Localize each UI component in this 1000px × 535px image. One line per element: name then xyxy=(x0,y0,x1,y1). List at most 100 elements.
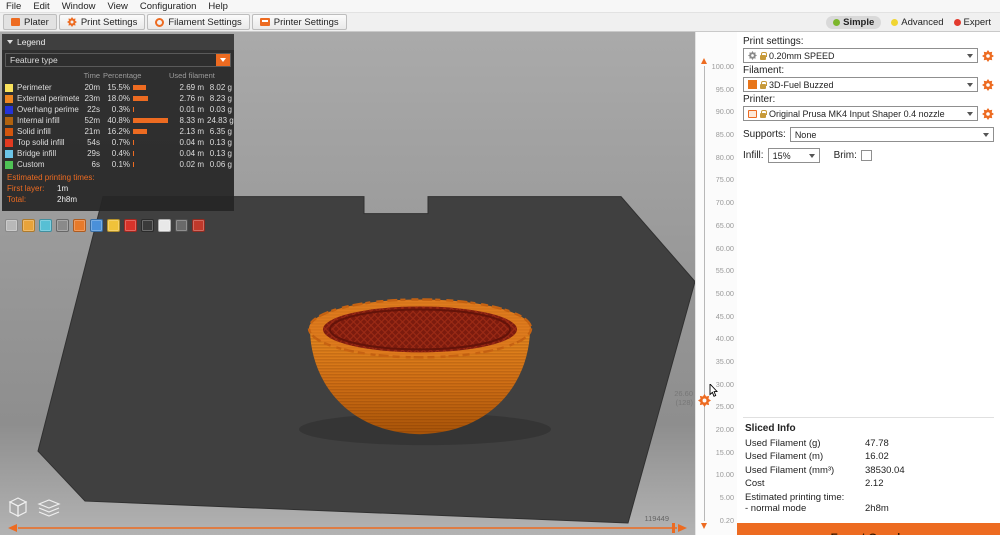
tab-plater[interactable]: Plater xyxy=(3,14,57,30)
travel-time-icon[interactable] xyxy=(192,219,205,232)
menu-help[interactable]: Help xyxy=(202,1,234,12)
feature-used-m: 8.33 m xyxy=(179,116,204,125)
current-layer: (128) xyxy=(675,398,693,408)
supports-label: Supports: xyxy=(743,129,786,140)
collapse-icon xyxy=(7,40,13,44)
feature-label: Bridge infill xyxy=(17,149,57,158)
mode-expert-label: Expert xyxy=(963,16,991,28)
menu-window[interactable]: Window xyxy=(56,1,102,12)
legend-row: Bridge infill 29s 0.4% 0.04 m 0.13 g xyxy=(2,148,234,159)
pause-prints-icon[interactable] xyxy=(107,219,120,232)
feature-color-chip xyxy=(5,138,13,147)
feature-label: Solid infill xyxy=(17,127,51,136)
tab-filament-settings[interactable]: Filament Settings xyxy=(147,14,250,30)
mode-expert[interactable]: Expert xyxy=(953,16,991,28)
seams-icon[interactable] xyxy=(73,219,86,232)
si-value: 16.02 xyxy=(865,451,889,462)
menu-configuration[interactable]: Configuration xyxy=(134,1,203,12)
3d-view-icon[interactable] xyxy=(6,493,30,519)
mode-advanced-label: Advanced xyxy=(901,16,944,28)
supports-select[interactable]: None xyxy=(789,127,994,142)
sliced-info-row: Used Filament (mm³) 38530.04 xyxy=(745,465,992,476)
filament-select[interactable]: 3D-Fuel Buzzed xyxy=(743,77,978,92)
feature-percentage-bar xyxy=(133,83,169,92)
tab-filament-settings-label: Filament Settings xyxy=(168,16,242,28)
move-slider-left-arrow[interactable] xyxy=(8,524,17,532)
feature-percentage-bar xyxy=(133,160,169,169)
simple-dot-icon xyxy=(833,18,841,26)
si-value: 2.12 xyxy=(865,478,884,489)
travels-icon[interactable] xyxy=(5,219,18,232)
si-value: 47.78 xyxy=(865,437,889,449)
infill-value: 15% xyxy=(772,150,791,161)
feature-used-g: 0.03 g xyxy=(209,105,232,114)
model-infill-pattern xyxy=(323,306,517,353)
feature-used-g: 8.23 g xyxy=(209,94,232,103)
export-gcode-button[interactable]: Export G-code xyxy=(737,523,1000,535)
layer-slider-down-arrow[interactable] xyxy=(701,523,707,529)
layers-view-icon[interactable] xyxy=(36,499,62,519)
tick-label: 30.00 xyxy=(715,379,734,389)
brim-checkbox[interactable] xyxy=(860,150,872,161)
printer-edit-button[interactable] xyxy=(982,107,994,120)
filament-label: Filament: xyxy=(743,65,785,76)
menu-view[interactable]: View xyxy=(101,1,133,12)
filament-value: 3D-Fuel Buzzed xyxy=(769,79,834,90)
tab-bar: Plater Print Settings Filament Settings … xyxy=(0,13,1000,32)
mode-simple[interactable]: Simple xyxy=(826,15,882,29)
tick-label: 15.00 xyxy=(715,447,734,457)
feature-percentage-bar xyxy=(133,127,169,136)
first-layer-value: 1m xyxy=(57,184,69,193)
move-slider-track[interactable] xyxy=(6,522,689,534)
legend-toggle-icon[interactable] xyxy=(175,219,188,232)
wipe-icon[interactable] xyxy=(22,219,35,232)
tab-printer-settings-label: Printer Settings xyxy=(273,16,339,28)
infill-select[interactable]: 15% xyxy=(767,148,820,163)
feature-used-g: 0.13 g xyxy=(209,149,232,158)
layer-slider[interactable]: 100.00 95.00 90.00 85.00 80.00 75.00 70.… xyxy=(674,32,737,535)
menu-edit[interactable]: Edit xyxy=(27,1,55,12)
tool-marker-icon[interactable] xyxy=(158,219,171,232)
feature-used-m: 0.04 m xyxy=(179,149,204,158)
chevron-down-icon xyxy=(967,82,973,87)
shells-icon[interactable] xyxy=(141,219,154,232)
move-slider-right-arrow[interactable] xyxy=(678,524,687,532)
feature-time: 22s xyxy=(87,105,100,114)
legend-row: Overhang perimeter 22s 0.3% 0.01 m 0.03 … xyxy=(2,104,234,115)
mode-advanced[interactable]: Advanced xyxy=(891,16,944,28)
feature-color-chip xyxy=(5,127,13,136)
view-type-select[interactable]: Feature type xyxy=(5,53,231,67)
print-settings-edit-button[interactable] xyxy=(982,49,994,62)
feature-time: 23m xyxy=(84,94,100,103)
legend-header[interactable]: Legend xyxy=(2,34,234,50)
layer-slider-track[interactable] xyxy=(704,66,705,521)
feature-percentage-bar xyxy=(133,138,169,147)
tab-print-settings[interactable]: Print Settings xyxy=(58,14,146,30)
deretractions-icon[interactable] xyxy=(56,219,69,232)
feature-label: Internal infill xyxy=(17,116,60,125)
filament-spool-icon xyxy=(155,17,165,27)
filament-edit-button[interactable] xyxy=(982,78,994,91)
custom-gcodes-icon[interactable] xyxy=(124,219,137,232)
view-type-dropdown-button[interactable] xyxy=(216,54,230,66)
menu-file[interactable]: File xyxy=(0,1,27,12)
move-slider[interactable] xyxy=(6,522,689,534)
move-slider-handle[interactable] xyxy=(672,523,675,533)
layer-slider-up-arrow[interactable] xyxy=(701,58,707,64)
sliced-info-row: - normal mode 2h8m xyxy=(745,503,992,514)
brim-label: Brim: xyxy=(833,150,857,161)
printer-select[interactable]: Original Prusa MK4 Input Shaper 0.4 nozz… xyxy=(743,106,978,121)
print-settings-select[interactable]: 0.20mm SPEED xyxy=(743,48,978,63)
legend-row: Internal infill 52m 40.8% 8.33 m 24.83 g xyxy=(2,115,234,126)
mouse-cursor xyxy=(709,384,718,397)
tab-printer-settings[interactable]: Printer Settings xyxy=(251,14,347,30)
sliced-model[interactable] xyxy=(299,298,551,446)
feature-percentage: 0.1% xyxy=(111,160,130,169)
color-changes-icon[interactable] xyxy=(90,219,103,232)
lock-icon xyxy=(760,51,767,60)
tick-label: 20.00 xyxy=(715,425,734,434)
retractions-icon[interactable] xyxy=(39,219,52,232)
3d-viewport[interactable]: Legend Feature type Time Percentage Used… xyxy=(0,32,695,535)
menu-bar: File Edit Window View Configuration Help xyxy=(0,0,1000,13)
sliced-info-row: Cost 2.12 xyxy=(745,478,992,489)
